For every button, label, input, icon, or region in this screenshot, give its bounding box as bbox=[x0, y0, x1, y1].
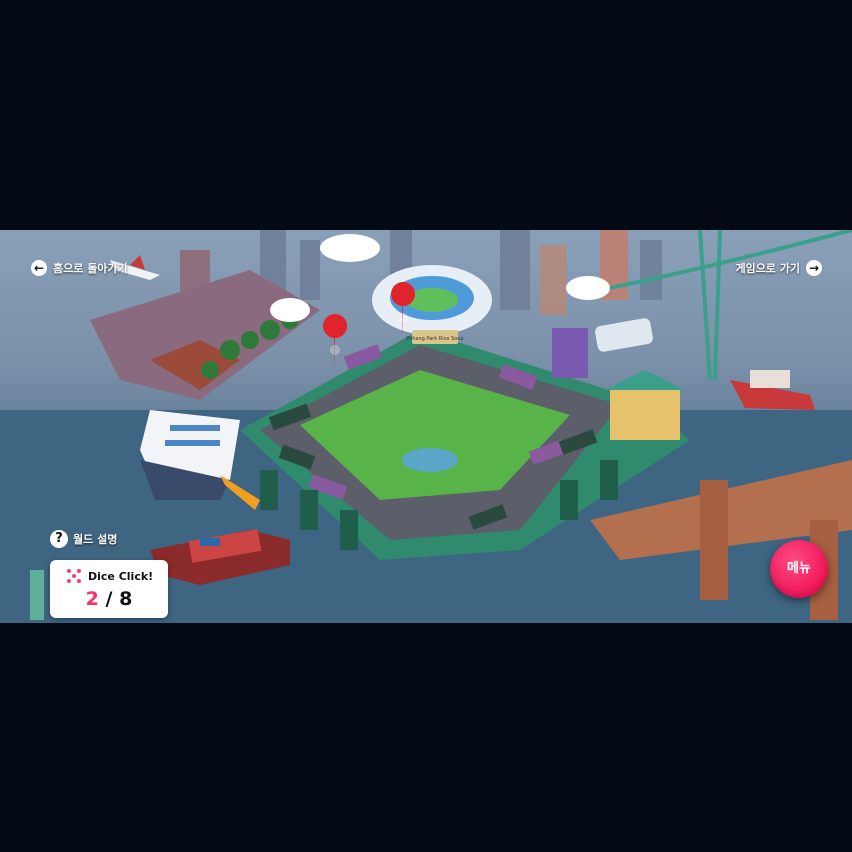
stadium bbox=[372, 265, 492, 335]
park-pond bbox=[402, 448, 458, 472]
to-game-button[interactable]: 게임으로 가기 → bbox=[735, 260, 822, 276]
back-home-label: 홈으로 돌아가기 bbox=[53, 262, 128, 275]
question-icon: ? bbox=[50, 530, 68, 548]
location-pin-1 bbox=[323, 314, 348, 370]
tugboat-right bbox=[730, 370, 815, 410]
world-help-label: 월드 설명 bbox=[73, 533, 118, 546]
train bbox=[595, 318, 653, 352]
world-help-button[interactable]: ? 월드 설명 bbox=[50, 530, 117, 548]
menu-button[interactable]: 메뉴 bbox=[770, 540, 828, 598]
museum-building bbox=[605, 370, 685, 440]
dice-title: Dice Click! bbox=[88, 569, 154, 583]
dice-separator: / bbox=[105, 588, 113, 610]
cruise-ship bbox=[140, 410, 240, 500]
back-home-button[interactable]: ← 홈으로 돌아가기 bbox=[31, 260, 128, 276]
stadium-sign-text: Pohang Park Rice Soup bbox=[406, 336, 463, 342]
statue-of-liberty bbox=[30, 570, 44, 620]
to-game-label: 게임으로 가기 bbox=[735, 262, 800, 275]
arrow-right-icon: → bbox=[806, 260, 822, 276]
dice-current: 2 bbox=[85, 588, 99, 610]
game-world-map: Pohang Park Rice Soup ← 홈으로 돌아가기 게임으로 가기… bbox=[0, 230, 852, 623]
dice-click-card[interactable]: Dice Click! 2 / 8 bbox=[50, 560, 168, 618]
dice-counter: 2 / 8 bbox=[50, 588, 168, 610]
purple-building bbox=[552, 328, 588, 378]
dice-card-header: Dice Click! bbox=[66, 568, 153, 584]
dice-icon bbox=[66, 568, 82, 584]
suspension-bridge bbox=[599, 230, 852, 381]
arrow-left-icon: ← bbox=[31, 260, 47, 276]
dice-total: 8 bbox=[119, 588, 133, 610]
